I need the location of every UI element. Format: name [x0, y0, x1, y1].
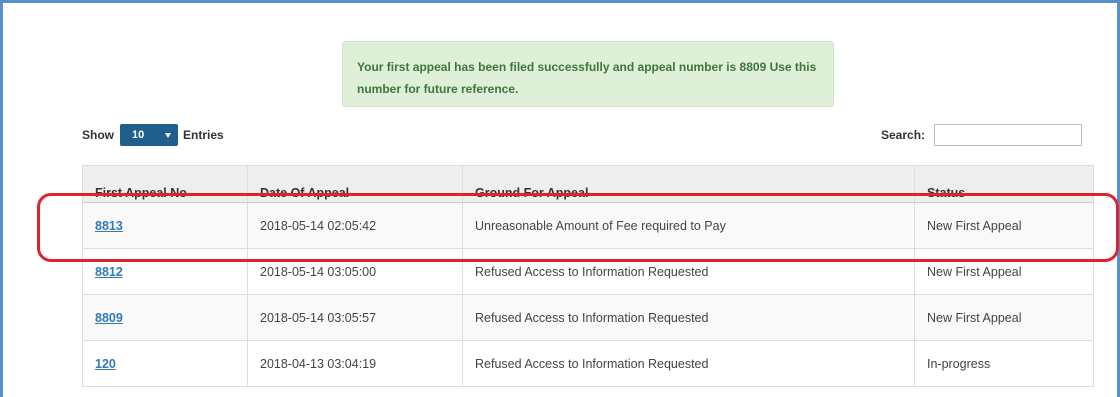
date-cell: 2018-05-14 02:05:42: [247, 202, 463, 249]
ground-cell: Refused Access to Information Requested: [462, 294, 915, 341]
appeal-no-cell: 120: [82, 340, 248, 387]
success-alert-message: Your first appeal has been filed success…: [357, 60, 817, 96]
appeal-no-cell: 8813: [82, 202, 248, 249]
table-row: 120 2018-04-13 03:04:19 Refused Access t…: [82, 340, 1094, 387]
entries-length-value: 10: [132, 129, 145, 141]
table-row: 8813 2018-05-14 02:05:42 Unreasonable Am…: [82, 202, 1094, 249]
column-header-ground-for-appeal[interactable]: Ground For Appeal: [462, 165, 915, 203]
appeal-no-cell: 8809: [82, 294, 248, 341]
caret-down-icon: [165, 132, 171, 138]
column-header-status[interactable]: Status: [914, 165, 1094, 203]
entries-label: Entries: [183, 128, 224, 142]
search-control: Search:: [881, 123, 1083, 147]
date-cell: 2018-05-14 03:05:57: [247, 294, 463, 341]
column-header-date-of-appeal[interactable]: Date Of Appeal: [247, 165, 463, 203]
appeal-no-link[interactable]: 8809: [95, 311, 123, 325]
appeal-no-link[interactable]: 8812: [95, 265, 123, 279]
column-header-first-appeal-no[interactable]: First Appeal No: [82, 165, 248, 203]
ground-cell: Refused Access to Information Requested: [462, 248, 915, 295]
status-cell: In-progress: [914, 340, 1094, 387]
entries-length-select[interactable]: 10: [120, 124, 178, 146]
date-cell: 2018-04-13 03:04:19: [247, 340, 463, 387]
appeal-no-link[interactable]: 8813: [95, 219, 123, 233]
table-header-row: First Appeal No Date Of Appeal Ground Fo…: [82, 165, 1094, 203]
search-label: Search:: [881, 128, 926, 142]
status-cell: New First Appeal: [914, 248, 1094, 295]
show-label: Show: [82, 128, 114, 142]
status-cell: New First Appeal: [914, 294, 1094, 341]
search-input[interactable]: [934, 124, 1083, 146]
table-row: 8809 2018-05-14 03:05:57 Refused Access …: [82, 294, 1094, 341]
appeal-no-cell: 8812: [82, 248, 248, 295]
success-alert: Your first appeal has been filed success…: [342, 41, 834, 107]
content-frame: Your first appeal has been filed success…: [0, 0, 1120, 397]
appeal-no-link[interactable]: 120: [95, 357, 116, 371]
ground-cell: Refused Access to Information Requested: [462, 340, 915, 387]
date-cell: 2018-05-14 03:05:00: [247, 248, 463, 295]
ground-cell: Unreasonable Amount of Fee required to P…: [462, 202, 915, 249]
entries-length-control: Show 10 Entries: [82, 123, 224, 147]
status-cell: New First Appeal: [914, 202, 1094, 249]
first-appeals-table: First Appeal No Date Of Appeal Ground Fo…: [82, 165, 1094, 387]
table-row: 8812 2018-05-14 03:05:00 Refused Access …: [82, 248, 1094, 295]
